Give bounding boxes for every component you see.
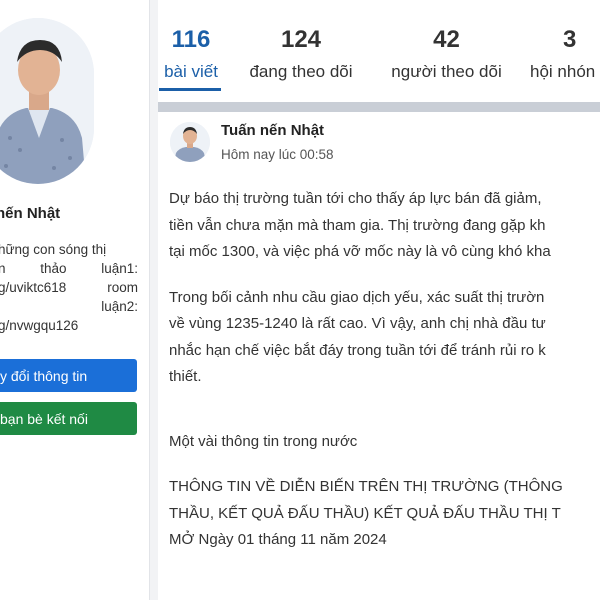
post-line: THẦU, KẾT QUẢ ĐẤU THẦU) KẾT QUẢ ĐẤU THẦU…: [169, 504, 561, 522]
profile-sidebar: nến Nhật hững con sóng thị n thảo luận1:…: [0, 0, 150, 600]
stat-groups[interactable]: 3 hội nhón: [530, 26, 600, 82]
post-line: thiết.: [169, 368, 202, 385]
post-author-name[interactable]: Tuấn nến Nhật: [221, 122, 324, 139]
profile-main: 116 bài viết 124 đang theo dõi 42 người …: [158, 0, 600, 600]
profile-avatar[interactable]: [0, 18, 94, 184]
profile-name: nến Nhật: [0, 205, 61, 222]
post-line: Trong bối cảnh nhu cầu giao dịch yếu, xá…: [169, 288, 545, 306]
post-line: nhắc hạn chế việc bắt đáy trong tuần tới…: [169, 341, 546, 359]
bio-word: room: [107, 280, 138, 295]
post-author-avatar[interactable]: [170, 122, 210, 162]
active-tab-indicator: [159, 88, 221, 91]
post-line: Dự báo thị trường tuần tới cho thấy áp l…: [169, 190, 542, 207]
post-line: tại mốc 1300, và việc phá vỡ mốc này là …: [169, 243, 551, 260]
bio-line[interactable]: g/uviktc618 room: [0, 278, 138, 297]
stat-posts[interactable]: 116 bài viết: [159, 26, 223, 82]
bio-link[interactable]: g/nvwgqu126: [0, 316, 138, 335]
stat-followers[interactable]: 42 người theo dõi: [381, 26, 512, 82]
post-line: về vùng 1235-1240 là rất cao. Vì vậy, an…: [169, 315, 546, 332]
friends-button[interactable]: bạn bè kết nối: [0, 402, 137, 435]
post-body: Dự báo thị trường tuần tới cho thấy áp l…: [169, 186, 600, 554]
bio-word: thảo: [40, 261, 67, 276]
stat-label: bài viết: [164, 62, 218, 81]
section-divider: [158, 102, 600, 112]
stat-value: 124: [280, 26, 322, 53]
post-timestamp[interactable]: Hôm nay lúc 00:58: [221, 147, 334, 162]
stat-value: 3: [563, 26, 577, 53]
post-line: tiền vẫn chưa mặn mà tham gia. Thị trườn…: [169, 216, 546, 234]
stat-label: hội nhón: [530, 62, 596, 81]
bio-line: hững con sóng thị: [0, 242, 107, 257]
stat-value: 116: [171, 26, 211, 53]
post-line: Một vài thông tin trong nước: [169, 432, 358, 450]
stat-label: người theo dõi: [391, 62, 502, 81]
stat-label: đang theo dõi: [249, 62, 353, 81]
profile-bio: hững con sóng thị n thảo luận1: g/uviktc…: [0, 240, 138, 335]
stat-value: 42: [433, 26, 460, 53]
profile-photo: [0, 18, 94, 184]
post-card: Tuấn nến Nhật Hôm nay lúc 00:58 Dự báo t…: [158, 112, 600, 600]
bio-line: luận2:: [101, 299, 138, 314]
bio-link[interactable]: g/uviktc618: [0, 278, 66, 297]
bio-word: n: [0, 261, 6, 276]
edit-profile-button[interactable]: y đổi thông tin: [0, 359, 137, 392]
bio-line: n thảo luận1:: [0, 259, 138, 278]
stat-following[interactable]: 124 đang theo dõi: [242, 26, 360, 82]
profile-stats: 116 bài viết 124 đang theo dõi 42 người …: [158, 0, 600, 102]
post-line: THÔNG TIN VỀ DIỄN BIẾN TRÊN THỊ TRƯỜNG (…: [169, 478, 563, 495]
bio-word: luận1:: [101, 261, 138, 276]
author-photo: [170, 122, 210, 162]
post-line: MỞ Ngày 01 tháng 11 năm 2024: [169, 531, 387, 548]
